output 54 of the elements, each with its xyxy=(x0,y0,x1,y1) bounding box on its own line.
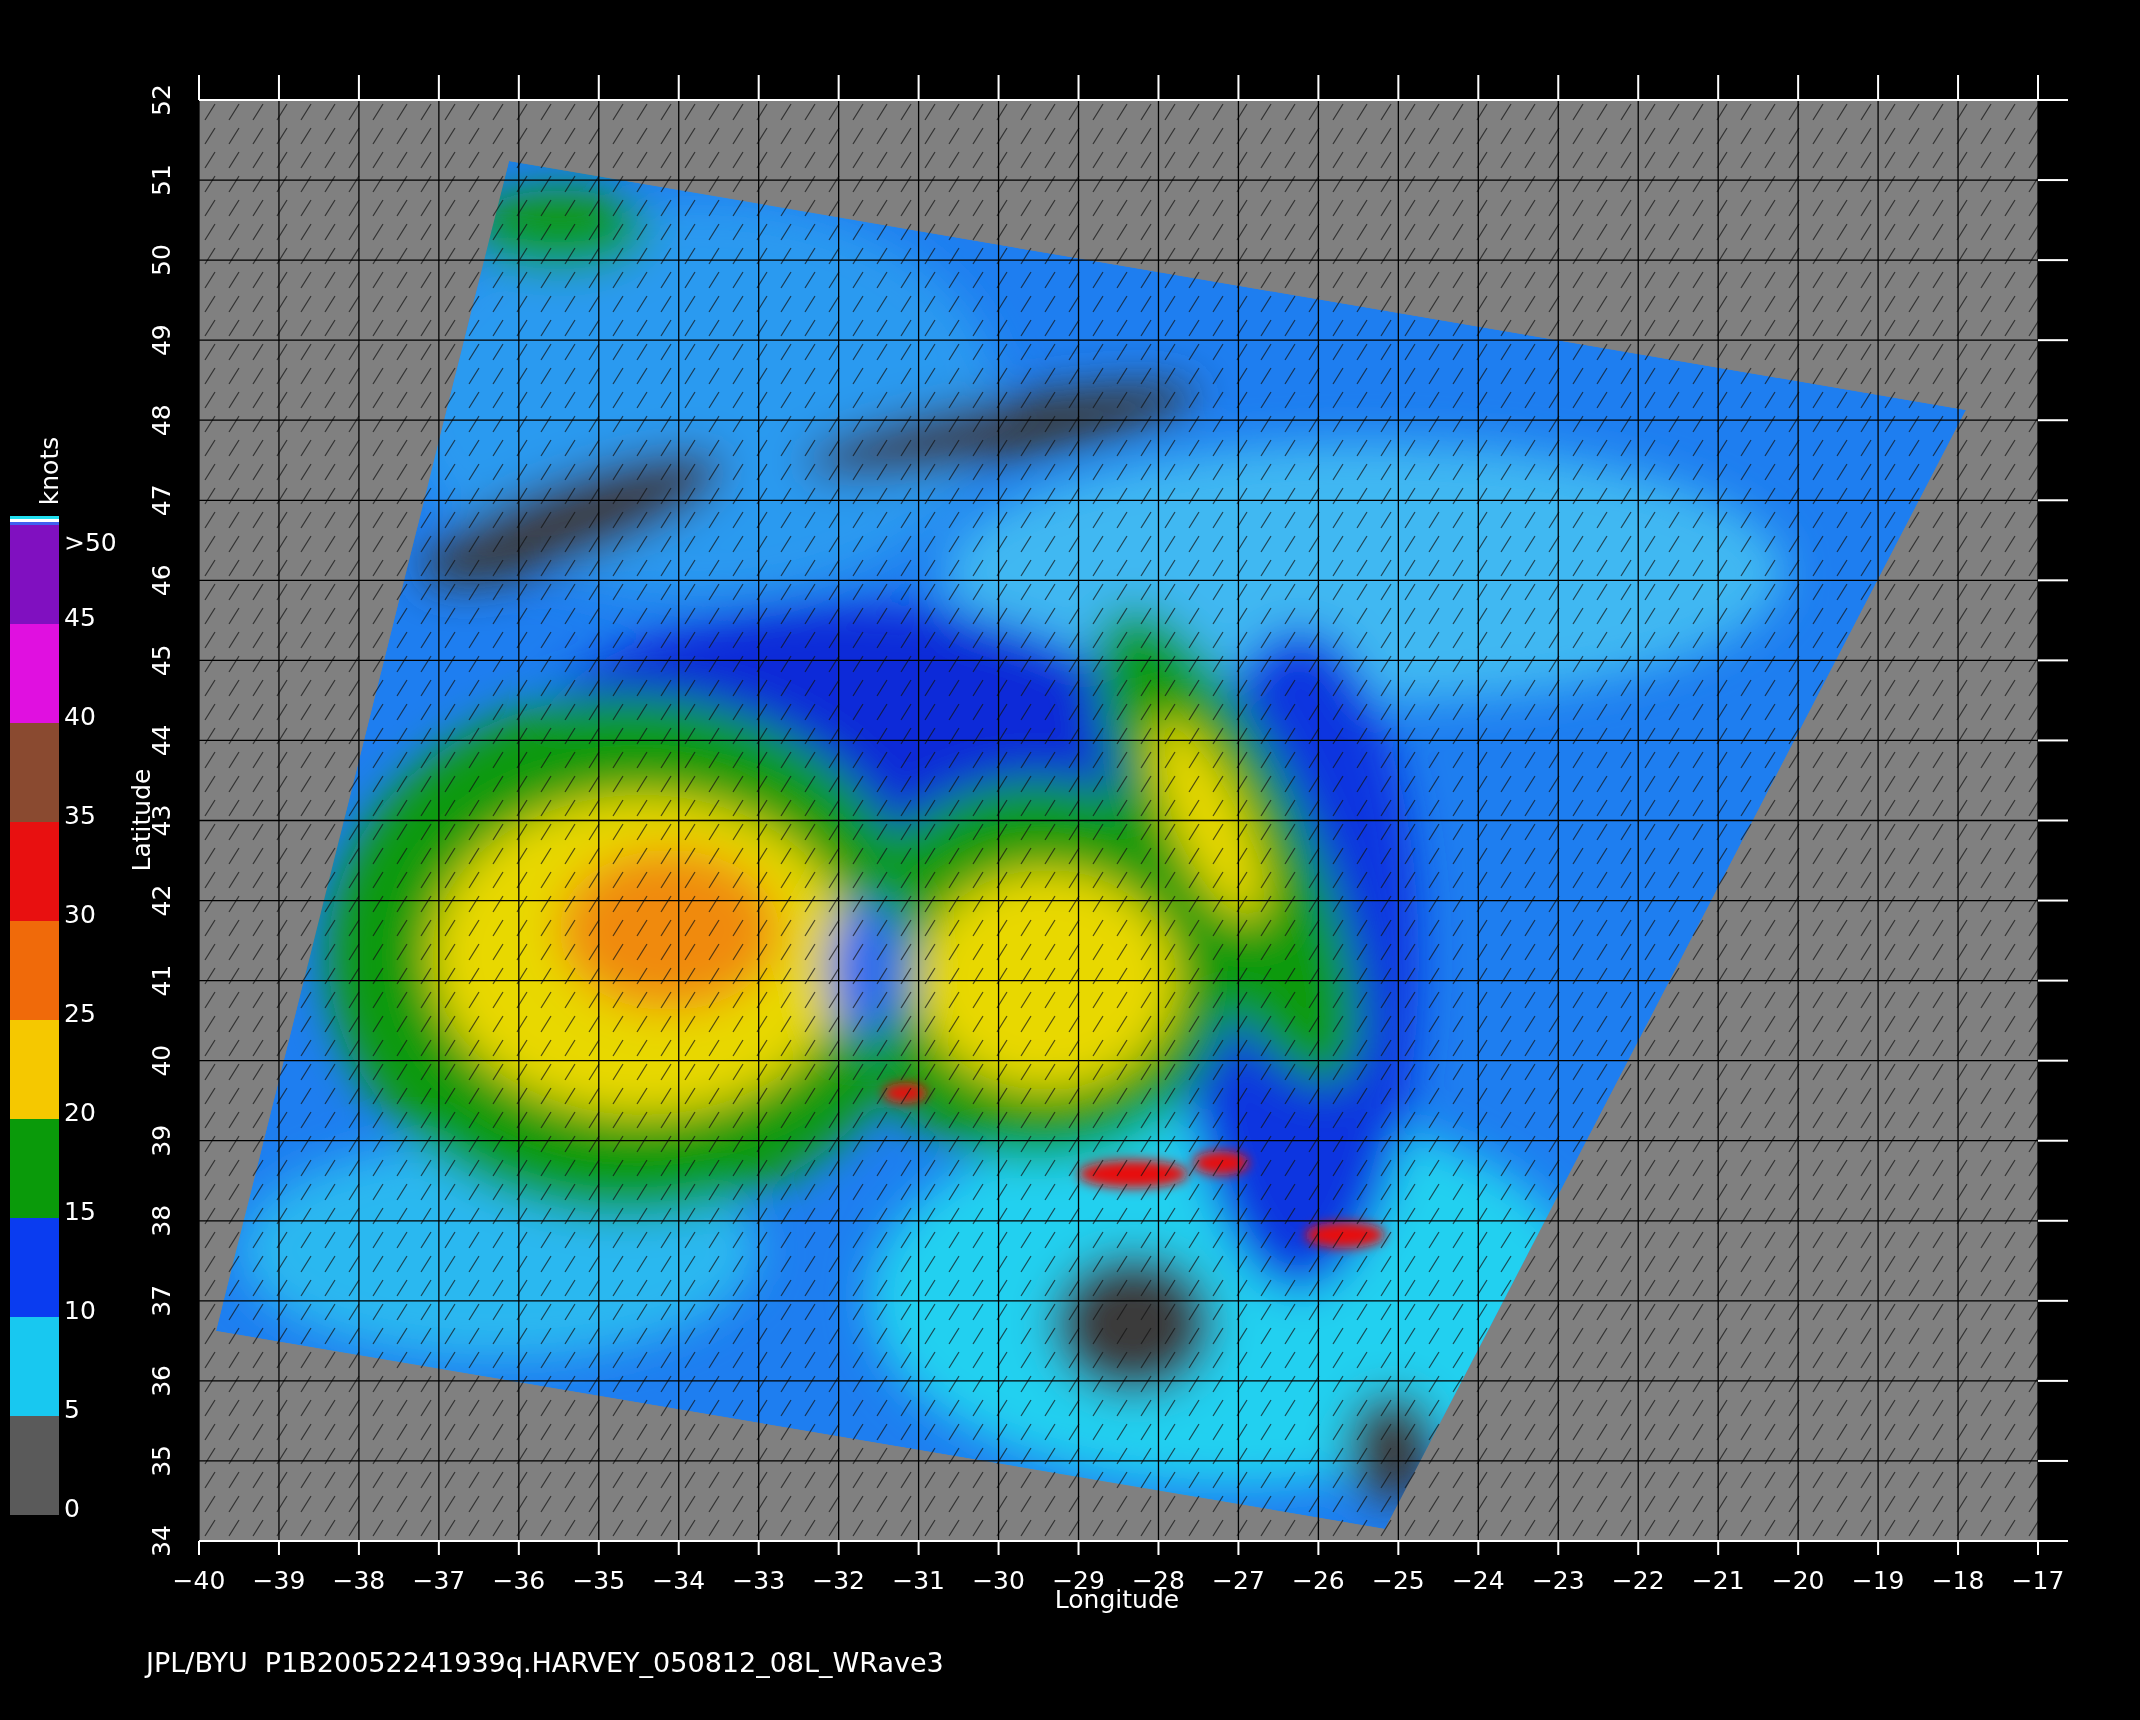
tick-label: −38 xyxy=(332,1566,386,1595)
tick-label: 45 xyxy=(147,644,176,677)
tick-label: −19 xyxy=(1851,1566,1905,1595)
tick-label: −18 xyxy=(1931,1566,1985,1595)
caption: JPL/BYU P1B20052241939q.HARVEY_050812_08L_WRave3 xyxy=(146,1647,944,1678)
colorbar-label: 10 xyxy=(64,1296,96,1325)
tick-label: 36 xyxy=(147,1365,176,1397)
colorbar-label: 20 xyxy=(64,1098,96,1127)
tick-label: −37 xyxy=(412,1566,466,1595)
tick-label: 44 xyxy=(147,724,176,757)
colorbar-label: 25 xyxy=(64,999,96,1028)
tick-label: 47 xyxy=(147,484,176,517)
tick-label: 51 xyxy=(147,164,176,196)
tick-label: 34 xyxy=(147,1525,176,1557)
tick-label: −25 xyxy=(1371,1566,1425,1595)
tick-label: −33 xyxy=(732,1566,786,1595)
tick-label: 39 xyxy=(147,1124,176,1157)
tick-label: 38 xyxy=(147,1204,176,1237)
colorbar-top-stripes xyxy=(10,516,59,525)
tick-label: 42 xyxy=(147,884,176,917)
tick-label: 52 xyxy=(147,84,176,116)
tick-label: −27 xyxy=(1212,1566,1265,1595)
tick-label: −21 xyxy=(1691,1566,1745,1595)
colorbar-label: 40 xyxy=(64,702,96,731)
tick-label: −36 xyxy=(492,1566,546,1595)
colorbar-label: 5 xyxy=(64,1395,80,1424)
tick-label: −39 xyxy=(252,1566,306,1595)
tick-label: 49 xyxy=(147,324,176,357)
tick-label: 48 xyxy=(147,404,176,437)
tick-label: −23 xyxy=(1531,1566,1585,1595)
tick-label: −24 xyxy=(1451,1566,1505,1595)
tick-label: 50 xyxy=(147,244,176,276)
tick-label: −30 xyxy=(972,1566,1025,1595)
tick-label: −35 xyxy=(572,1566,626,1595)
colorbar-label: 30 xyxy=(64,900,96,929)
tick-label: −40 xyxy=(172,1566,226,1595)
colorbar-label: 45 xyxy=(64,603,96,632)
tick-label: −34 xyxy=(652,1566,706,1595)
tick-label: 35 xyxy=(147,1445,176,1477)
colorbar-label: 15 xyxy=(64,1197,96,1226)
tick-label: −26 xyxy=(1292,1566,1345,1595)
tick-label: −17 xyxy=(2011,1566,2065,1595)
tick-label: −22 xyxy=(1611,1566,1665,1595)
colorbar-label: 0 xyxy=(64,1494,80,1523)
tick-label: 40 xyxy=(147,1044,176,1077)
colorbar-label: >50 xyxy=(64,528,117,557)
colorbar-label: 35 xyxy=(64,801,96,830)
tick-label: −31 xyxy=(892,1566,945,1595)
colorbar-unit: knots xyxy=(35,436,64,506)
tick-label: 41 xyxy=(147,964,176,997)
tick-label: −20 xyxy=(1771,1566,1825,1595)
tick-label: −32 xyxy=(812,1566,866,1595)
tick-label: 37 xyxy=(147,1284,176,1317)
tick-label: 46 xyxy=(147,564,176,597)
